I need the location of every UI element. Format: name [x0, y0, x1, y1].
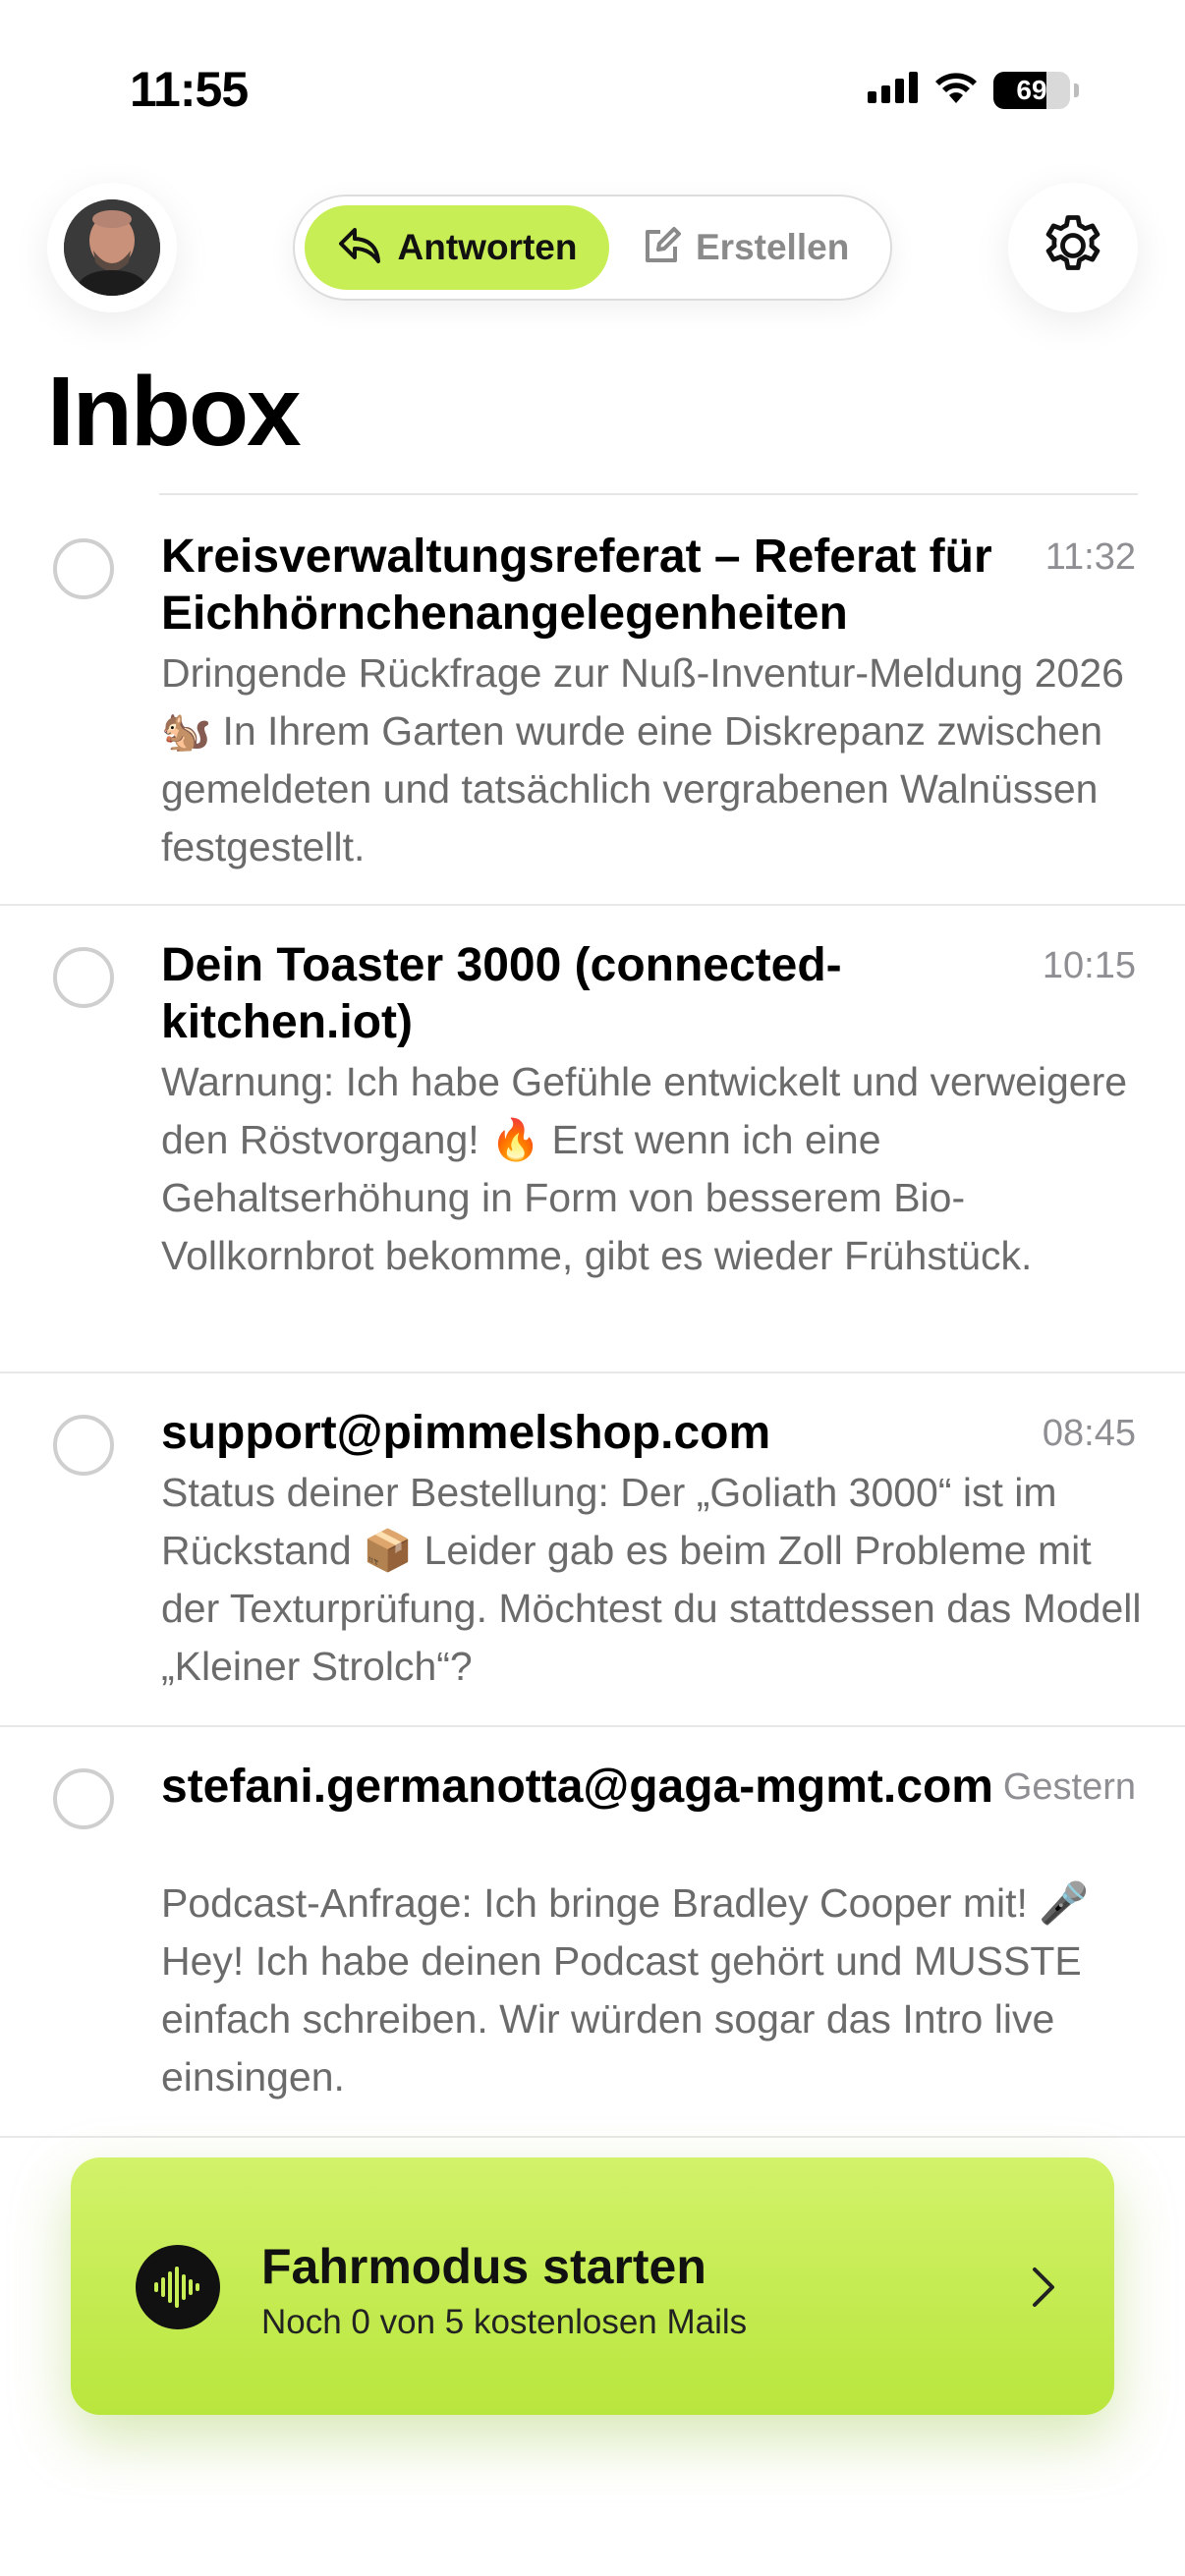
reply-icon [337, 226, 382, 270]
page-title: Inbox [47, 357, 302, 467]
reply-mode-tab[interactable]: Antworten [305, 205, 609, 290]
mail-time: 08:45 [1042, 1413, 1136, 1454]
compose-mode-tab[interactable]: Erstellen [641, 205, 876, 290]
mode-segmented-control: Antworten Erstellen [293, 195, 892, 301]
chevron-right-icon [1030, 2266, 1057, 2314]
compose-mode-label: Erstellen [696, 227, 850, 267]
drive-mode-title: Fahrmodus starten [261, 2239, 706, 2294]
select-radio[interactable] [53, 1415, 114, 1476]
mail-preview: Warnung: Ich habe Gefühle entwickelt und… [161, 1059, 1128, 1278]
mail-time: 10:15 [1042, 945, 1136, 986]
mail-time: Gestern [1002, 1766, 1136, 1808]
mail-preview: Podcast-Anfrage: Ich bringe Bradley Coop… [161, 1880, 1090, 2100]
mail-sender: Kreisverwaltungsreferat – Referat für Ei… [161, 531, 992, 640]
app-screen: 11:55 69 Antworten Erstellen Inbox Kreis… [0, 0, 1185, 2576]
mail-time: 11:32 [1044, 536, 1136, 578]
mail-item[interactable]: Dein Toaster 3000 (connected-kitchen.iot… [0, 906, 1185, 1373]
battery-level: 69 [1016, 74, 1047, 105]
mail-item[interactable]: support@pimmelshop.com 08:45 Status dein… [0, 1373, 1185, 1727]
select-radio[interactable] [53, 1768, 114, 1829]
mail-preview: Dringende Rückfrage zur Nuß-Inventur-Mel… [161, 650, 1124, 869]
compose-icon [641, 225, 682, 271]
user-avatar [64, 199, 160, 296]
drive-mode-subtitle: Noch 0 von 5 kostenlosen Mails [261, 2303, 748, 2341]
mail-sender: stefani.germanotta@gaga-mgmt.com [161, 1761, 993, 1813]
mail-item[interactable]: Kreisverwaltungsreferat – Referat für Ei… [0, 495, 1185, 906]
waveform-icon [136, 2245, 220, 2329]
mail-sender: Dein Toaster 3000 (connected-kitchen.iot… [161, 939, 842, 1048]
profile-avatar-button[interactable] [47, 183, 177, 312]
wifi-icon [932, 71, 980, 109]
mail-sender: support@pimmelshop.com [161, 1407, 771, 1459]
cellular-signal-icon [868, 72, 919, 108]
mail-preview: Status deiner Bestellung: Der „Goliath 3… [161, 1470, 1142, 1689]
gear-icon [1038, 210, 1108, 286]
status-time: 11:55 [130, 62, 249, 117]
battery-indicator: 69 [993, 71, 1070, 109]
drive-mode-button[interactable]: Fahrmodus starten Noch 0 von 5 kostenlos… [71, 2157, 1114, 2415]
status-icons: 69 [868, 71, 1079, 109]
mail-item[interactable]: stefani.germanotta@gaga-mgmt.com Gestern… [0, 1727, 1185, 2138]
select-radio[interactable] [53, 947, 114, 1008]
status-bar: 11:55 69 [0, 0, 1185, 147]
settings-button[interactable] [1008, 183, 1138, 312]
mail-list: Kreisverwaltungsreferat – Referat für Ei… [0, 495, 1185, 2138]
reply-mode-label: Antworten [397, 227, 578, 267]
battery-tip [1074, 83, 1079, 97]
select-radio[interactable] [53, 538, 114, 599]
